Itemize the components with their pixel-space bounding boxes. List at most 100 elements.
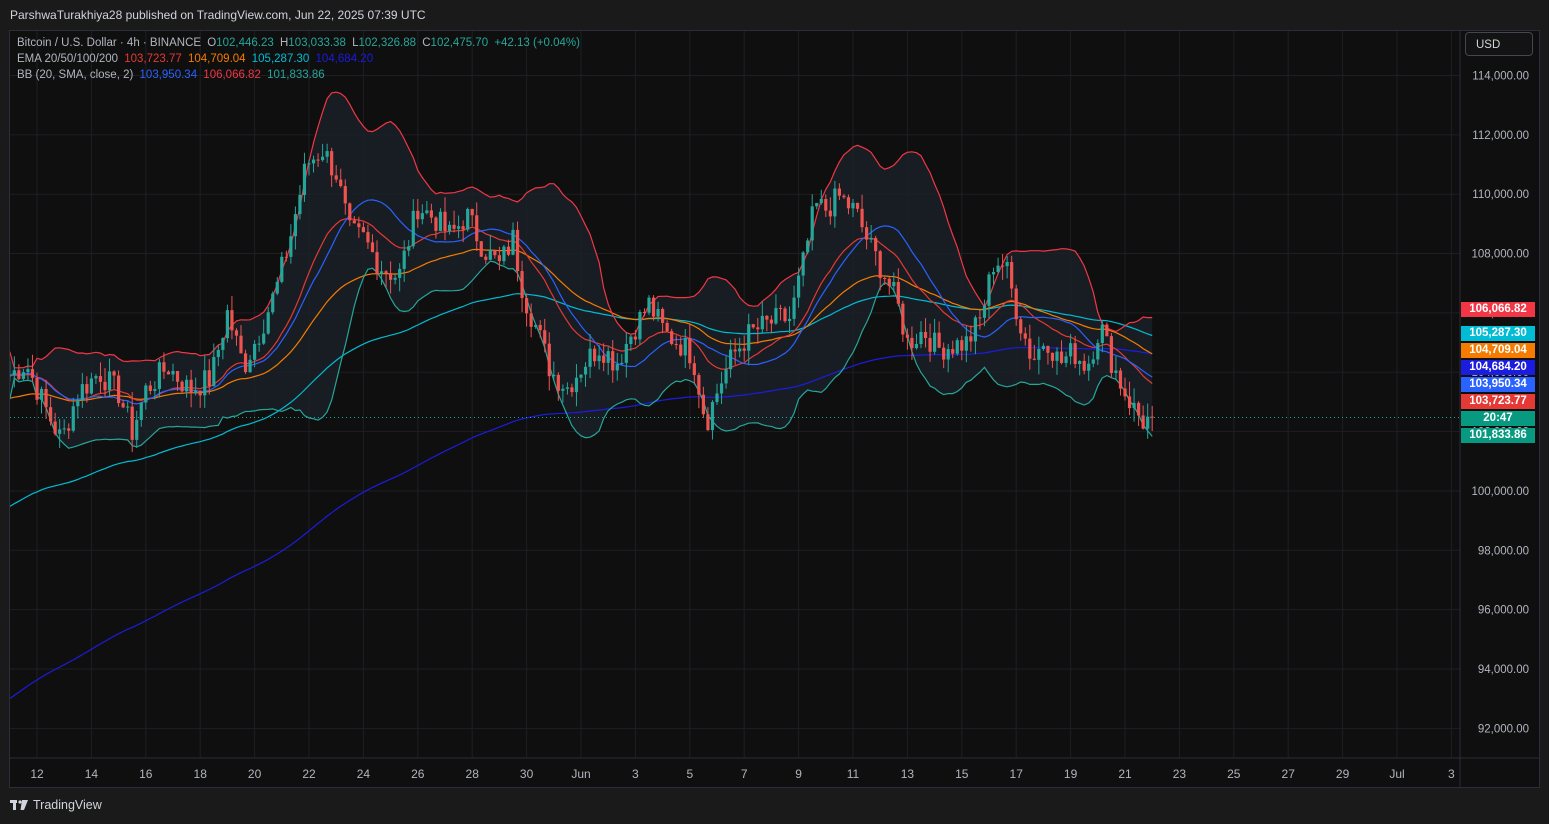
candle-body — [21, 372, 25, 379]
candle-body — [647, 297, 651, 313]
candle-body — [1091, 359, 1095, 364]
candle-body — [1137, 402, 1141, 416]
candle-body — [402, 250, 406, 269]
candle-body — [692, 363, 696, 376]
candle-body — [302, 163, 307, 196]
candle-body — [144, 385, 148, 403]
candle-body — [10, 375, 12, 377]
legend-open-label: O — [207, 37, 217, 49]
candle-body — [828, 210, 832, 217]
candle-body — [797, 275, 801, 298]
candle-body — [39, 388, 44, 400]
time-tick-label: 25 — [1227, 767, 1241, 781]
candle-body — [348, 203, 352, 221]
candle-body — [98, 376, 103, 382]
candle-body — [552, 374, 556, 377]
candle-body — [198, 390, 202, 396]
candle-body — [579, 374, 583, 378]
candle-body — [806, 240, 810, 253]
publisher-line: ParshwaTurakhiya28 published on TradingV… — [10, 8, 426, 22]
candle-body — [1100, 324, 1104, 344]
price-tag: 20:47 — [1461, 411, 1535, 426]
candle-body — [520, 271, 524, 299]
candle-body — [429, 210, 433, 218]
candle-body — [457, 226, 461, 229]
candle-body — [212, 357, 216, 387]
legend-symbol[interactable]: Bitcoin / U.S. Dollar · 4h · BINANCE — [17, 37, 201, 49]
legend-ema-label[interactable]: EMA 20/50/100/200 — [17, 53, 118, 65]
time-tick-label: 18 — [194, 767, 208, 781]
candle-body — [719, 383, 724, 394]
price-tick-label: 100,000.00 — [1471, 486, 1529, 498]
candle-body — [733, 349, 737, 352]
time-tick-label: 3 — [1448, 767, 1455, 781]
candle-body — [973, 317, 977, 342]
candle-body — [742, 348, 746, 351]
candle-body — [896, 281, 900, 304]
candle-body — [248, 359, 252, 373]
candle-body — [438, 211, 443, 231]
candle-body — [593, 348, 597, 362]
candle-body — [860, 208, 864, 228]
candle-body — [679, 344, 683, 356]
candle-body — [266, 312, 270, 334]
candle-body — [1114, 370, 1118, 373]
candle-body — [697, 375, 701, 395]
candle-body — [330, 151, 334, 176]
candle-body — [538, 324, 542, 331]
legend-bb-label[interactable]: BB (20, SMA, close, 2) — [17, 69, 133, 81]
time-tick-label: 3 — [632, 767, 639, 781]
price-tag: 104,684.20 — [1461, 360, 1535, 375]
candle-body — [960, 340, 964, 351]
candle-body — [89, 378, 93, 394]
candle-body — [1001, 265, 1005, 267]
legend-close: 102,475.70 — [430, 37, 489, 49]
candle-body — [1032, 358, 1036, 360]
candle-body — [1082, 360, 1086, 371]
time-tick-label: 17 — [1010, 767, 1024, 781]
candle-body — [715, 393, 719, 403]
candle-body — [724, 369, 728, 384]
chart-panel[interactable]: 92,000.00 94,000.00 96,000.00 98,000.00 100,… — [9, 30, 1540, 788]
candle-body — [801, 252, 805, 276]
candle-body — [942, 347, 946, 360]
candle-body — [103, 381, 107, 391]
candle-body — [393, 277, 397, 280]
time-tick-label: 27 — [1282, 767, 1296, 781]
candle-body — [207, 370, 211, 387]
legend-low: 102,326.88 — [358, 37, 417, 49]
candle-body — [58, 429, 62, 434]
candle-body — [565, 387, 569, 389]
candle-body — [1132, 402, 1136, 409]
candle-body — [665, 322, 669, 332]
candle-body — [221, 338, 225, 350]
footer-brand[interactable]: TradingView — [10, 798, 102, 812]
time-tick-label: 26 — [411, 767, 425, 781]
time-tick-label: 29 — [1336, 767, 1350, 781]
candle-body — [982, 305, 987, 318]
candle-body — [969, 336, 973, 342]
candle-body — [130, 406, 134, 440]
candle-body — [257, 343, 261, 345]
candle-body — [502, 246, 506, 262]
candle-body — [769, 319, 773, 324]
candle-body — [334, 175, 338, 180]
time-tick-label: 5 — [686, 767, 693, 781]
candle-body — [1037, 349, 1041, 360]
candle-body — [851, 202, 855, 209]
price-tag: 103,723.77 — [1461, 394, 1535, 409]
candle-body — [230, 310, 234, 331]
time-tick-label: 12 — [30, 767, 44, 781]
candle-body — [67, 428, 71, 431]
candle-body — [361, 227, 365, 233]
candle-body — [484, 256, 488, 260]
time-tick-label: 14 — [85, 767, 99, 781]
candle-body — [62, 428, 66, 430]
candle-body — [225, 310, 229, 339]
candle-body — [910, 337, 914, 349]
chart-legend: Bitcoin / U.S. Dollar · 4h · BINANCE O 10… — [17, 35, 583, 83]
price-chart[interactable]: 92,000.00 94,000.00 96,000.00 98,000.00 100,… — [10, 31, 1539, 787]
candle-body — [833, 188, 837, 217]
currency-button[interactable]: USD — [1465, 32, 1533, 56]
candle-body — [611, 351, 615, 371]
